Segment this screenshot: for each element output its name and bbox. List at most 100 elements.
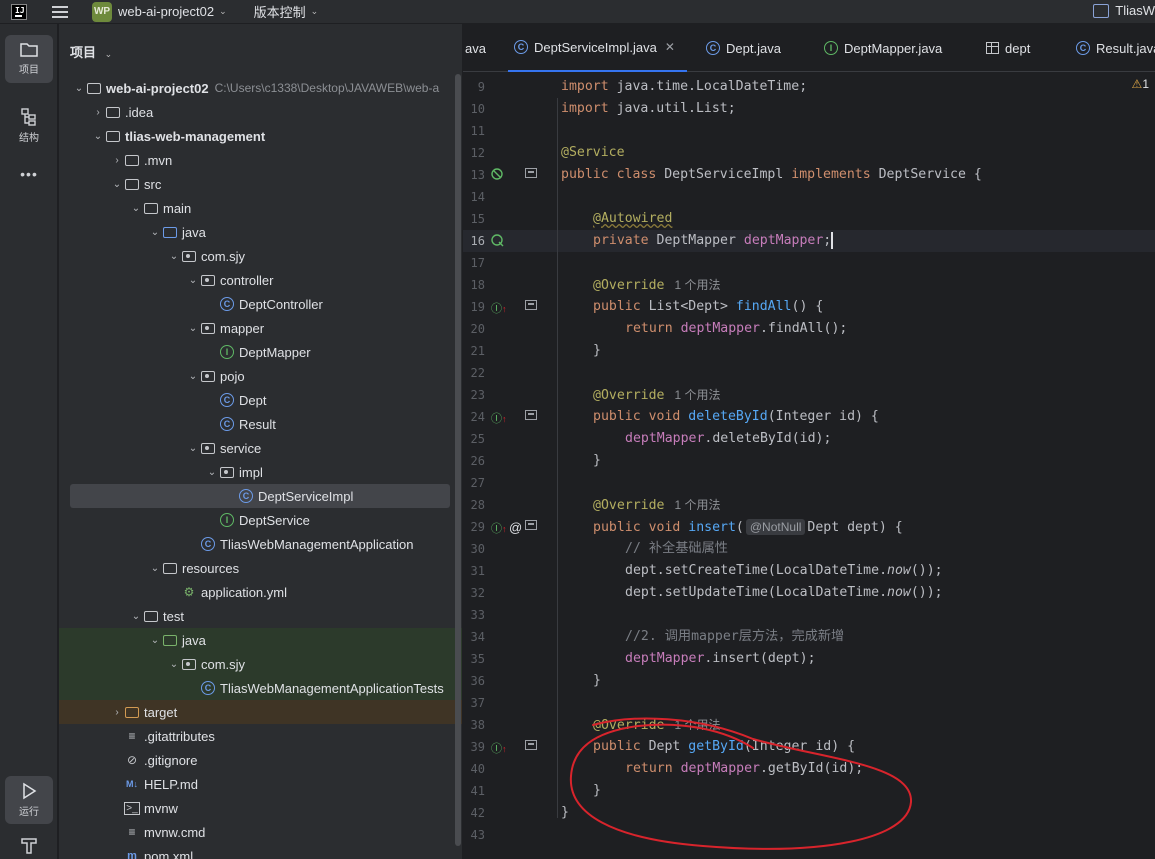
editor-tab[interactable]: C Dept.java bbox=[706, 24, 781, 72]
line-number[interactable]: 20 bbox=[463, 318, 485, 340]
chevron-down-icon[interactable]: ⌄ bbox=[148, 227, 162, 238]
more-tools-button[interactable]: ••• bbox=[5, 166, 53, 182]
tree-item[interactable]: ⌄ com.sjy bbox=[59, 652, 462, 676]
build-tool-button[interactable] bbox=[5, 836, 53, 857]
chevron-down-icon[interactable]: ⌄ bbox=[186, 323, 200, 334]
tree-item[interactable]: ⌄ test bbox=[59, 604, 462, 628]
chevron-down-icon[interactable]: ⌄ bbox=[129, 203, 143, 214]
tree-item[interactable]: ⌄ java bbox=[59, 628, 462, 652]
project-scrollbar[interactable] bbox=[455, 74, 461, 846]
editor-tab[interactable]: ava bbox=[465, 24, 486, 72]
tree-item[interactable]: ⊘ .gitignore bbox=[59, 748, 462, 772]
tree-item[interactable]: ⌄ resources bbox=[59, 556, 462, 580]
tree-item[interactable]: ⌄ src bbox=[59, 172, 462, 196]
close-tab-icon[interactable]: ✕ bbox=[665, 40, 675, 54]
tree-item[interactable]: I DeptService bbox=[59, 508, 462, 532]
main-menu-icon[interactable] bbox=[52, 5, 68, 18]
tree-item[interactable]: ⌄ java bbox=[59, 220, 462, 244]
chevron-down-icon[interactable]: ⌄ bbox=[105, 49, 113, 59]
line-number[interactable]: 34 bbox=[463, 626, 485, 648]
implements-method-icon[interactable]: Ⓘ↑ bbox=[491, 410, 507, 426]
tree-item[interactable]: C Result bbox=[59, 412, 462, 436]
tree-item[interactable]: ⌄ web-ai-project02 C:\Users\c1338\Desktop\… bbox=[59, 76, 462, 100]
implementation-icon[interactable] bbox=[525, 740, 537, 753]
run-tool-button[interactable]: 运行 bbox=[5, 776, 53, 824]
chevron-down-icon[interactable]: ⌄ bbox=[186, 443, 200, 454]
line-number[interactable]: 21 bbox=[463, 340, 485, 362]
chevron-down-icon[interactable]: ⌄ bbox=[148, 563, 162, 574]
tree-item[interactable]: ≡ mvnw.cmd bbox=[59, 820, 462, 844]
line-number[interactable]: 17 bbox=[463, 252, 485, 274]
chevron-down-icon[interactable]: ⌄ bbox=[91, 131, 105, 142]
run-config-icon[interactable] bbox=[1093, 3, 1110, 18]
tree-item[interactable]: ⌄ mapper bbox=[59, 316, 462, 340]
tree-item[interactable]: ⌄ pojo bbox=[59, 364, 462, 388]
implements-method-icon[interactable]: Ⓘ↑ bbox=[491, 300, 507, 316]
implements-method-icon[interactable]: Ⓘ↑ bbox=[491, 520, 507, 536]
structure-tool-button[interactable]: 结构 bbox=[5, 108, 53, 144]
project-switcher[interactable]: web-ai-project02 bbox=[118, 4, 214, 19]
line-number[interactable]: 24 bbox=[463, 406, 485, 428]
line-number[interactable]: 37 bbox=[463, 692, 485, 714]
bean-icon[interactable] bbox=[491, 168, 505, 185]
chevron-down-icon[interactable]: ⌄ bbox=[110, 179, 124, 190]
line-number[interactable]: 33 bbox=[463, 604, 485, 626]
chevron-down-icon[interactable]: ⌄ bbox=[311, 6, 319, 17]
tree-item[interactable]: m pom.xml bbox=[59, 844, 462, 859]
editor-tab[interactable]: C Result.java bbox=[1076, 24, 1155, 72]
chevron-down-icon[interactable]: ⌄ bbox=[148, 635, 162, 646]
line-number[interactable]: 36 bbox=[463, 670, 485, 692]
tree-item[interactable]: › .idea bbox=[59, 100, 462, 124]
vcs-menu[interactable]: 版本控制 bbox=[254, 2, 306, 21]
line-number[interactable]: 9 bbox=[463, 76, 485, 98]
chevron-down-icon[interactable]: ⌄ bbox=[129, 611, 143, 622]
line-number[interactable]: 29 bbox=[463, 516, 485, 538]
ide-logo-icon[interactable]: IJ bbox=[11, 3, 27, 20]
line-number[interactable]: 31 bbox=[463, 560, 485, 582]
line-number[interactable]: 15 bbox=[463, 208, 485, 230]
implementation-icon[interactable] bbox=[525, 520, 537, 533]
chevron-right-icon[interactable]: › bbox=[110, 707, 124, 718]
chevron-down-icon[interactable]: ⌄ bbox=[186, 275, 200, 286]
line-number[interactable]: 25 bbox=[463, 428, 485, 450]
tree-item[interactable]: ⌄ service bbox=[59, 436, 462, 460]
line-number[interactable]: 30 bbox=[463, 538, 485, 560]
tree-item[interactable]: I DeptMapper bbox=[59, 340, 462, 364]
line-number[interactable]: 27 bbox=[463, 472, 485, 494]
line-number[interactable]: 41 bbox=[463, 780, 485, 802]
tree-item[interactable]: C TliasWebManagementApplicationTests bbox=[59, 676, 462, 700]
line-number[interactable]: 16 bbox=[463, 230, 485, 252]
editor-tab[interactable]: dept bbox=[986, 24, 1030, 72]
annotation-icon[interactable]: @ bbox=[509, 520, 522, 535]
line-number[interactable]: 12 bbox=[463, 142, 485, 164]
line-number[interactable]: 23 bbox=[463, 384, 485, 406]
line-number[interactable]: 18 bbox=[463, 274, 485, 296]
line-number[interactable]: 11 bbox=[463, 120, 485, 142]
tree-item[interactable]: ⚙ application.yml bbox=[59, 580, 462, 604]
tree-item[interactable]: C Dept bbox=[59, 388, 462, 412]
implementation-icon[interactable] bbox=[525, 410, 537, 423]
line-number[interactable]: 40 bbox=[463, 758, 485, 780]
chevron-right-icon[interactable]: › bbox=[91, 107, 105, 118]
tree-item[interactable]: >_ mvnw bbox=[59, 796, 462, 820]
line-number[interactable]: 42 bbox=[463, 802, 485, 824]
chevron-down-icon[interactable]: ⌄ bbox=[167, 659, 181, 670]
line-number[interactable]: 19 bbox=[463, 296, 485, 318]
inspection-widget[interactable]: ⚠1 bbox=[1132, 77, 1149, 91]
tree-item[interactable]: ⌄ tlias-web-management bbox=[59, 124, 462, 148]
tree-item[interactable]: M↓ HELP.md bbox=[59, 772, 462, 796]
tree-item[interactable]: ⌄ com.sjy bbox=[59, 244, 462, 268]
implementation-icon[interactable] bbox=[525, 300, 537, 313]
tree-item[interactable]: ≡ .gitattributes bbox=[59, 724, 462, 748]
line-number[interactable]: 13 bbox=[463, 164, 485, 186]
line-number[interactable]: 26 bbox=[463, 450, 485, 472]
tree-item[interactable]: C TliasWebManagementApplication bbox=[59, 532, 462, 556]
autowired-icon[interactable] bbox=[491, 234, 505, 251]
line-number[interactable]: 28 bbox=[463, 494, 485, 516]
tree-item[interactable]: ⌄ main bbox=[59, 196, 462, 220]
chevron-right-icon[interactable]: › bbox=[110, 155, 124, 166]
line-number[interactable]: 38 bbox=[463, 714, 485, 736]
line-number[interactable]: 22 bbox=[463, 362, 485, 384]
line-number[interactable]: 10 bbox=[463, 98, 485, 120]
line-number[interactable]: 43 bbox=[463, 824, 485, 846]
